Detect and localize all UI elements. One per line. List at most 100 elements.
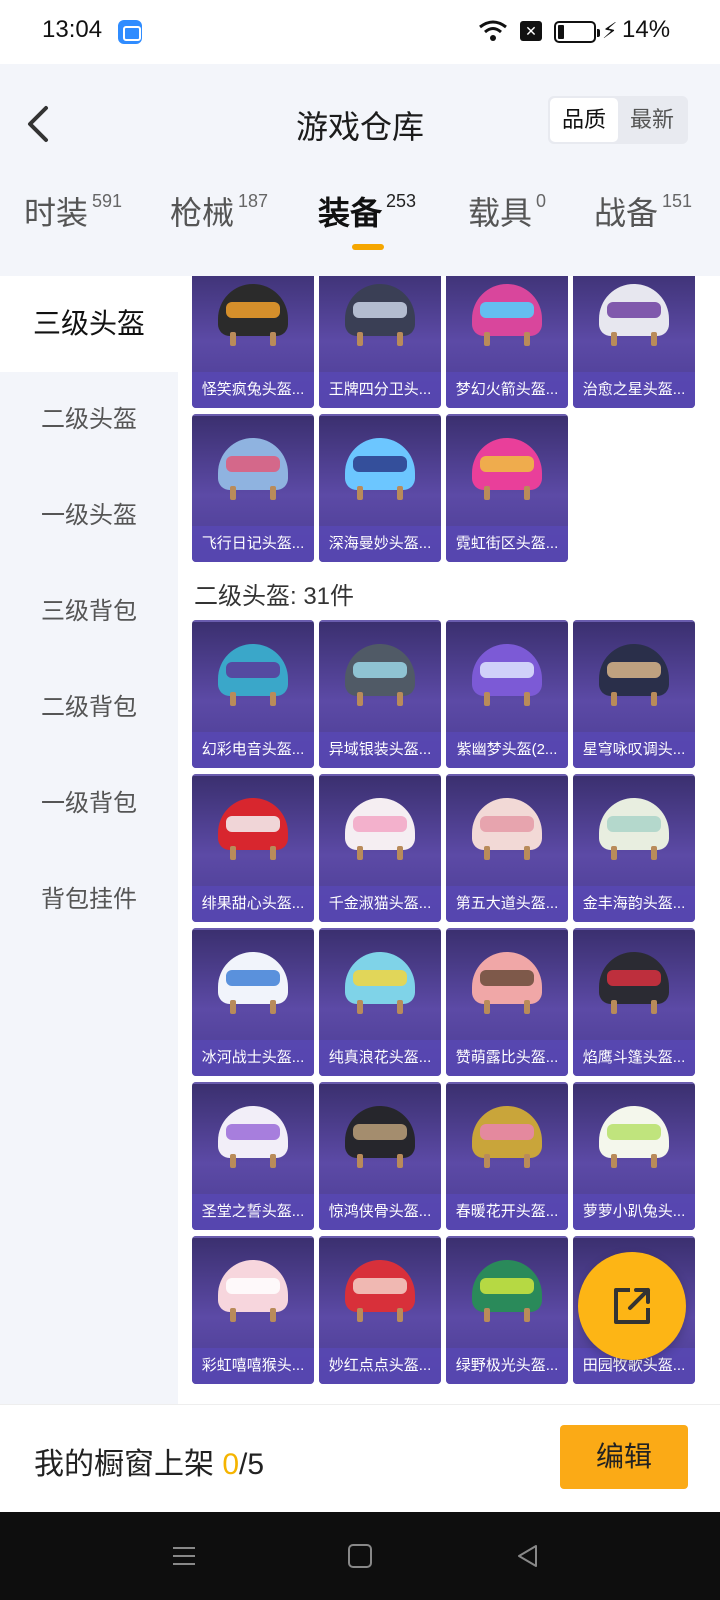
back-nav-icon[interactable] bbox=[514, 1542, 542, 1570]
item-card[interactable]: 金丰海韵头盔... bbox=[573, 774, 695, 922]
tab-weapons[interactable]: 枪械 187 bbox=[170, 190, 268, 270]
helmet-icon bbox=[345, 952, 415, 1016]
item-name: 星穹咏叹调头... bbox=[573, 732, 695, 768]
sidebar-item-level2-helmet[interactable]: 二级头盔 bbox=[0, 372, 178, 468]
helmet-icon bbox=[218, 798, 288, 862]
item-card[interactable]: 异域银装头盔... bbox=[319, 620, 441, 768]
showcase-bar: 我的橱窗上架 0/5 编辑 bbox=[0, 1404, 720, 1512]
item-card[interactable]: 妙红点点头盔... bbox=[319, 1236, 441, 1384]
active-tab-indicator bbox=[352, 244, 384, 250]
item-card[interactable]: 绿野极光头盔... bbox=[446, 1236, 568, 1384]
item-card[interactable]: 第五大道头盔... bbox=[446, 774, 568, 922]
helmet-icon bbox=[599, 644, 669, 708]
item-card[interactable]: 飞行日记头盔... bbox=[192, 414, 314, 562]
item-name: 绯果甜心头盔... bbox=[192, 886, 314, 922]
item-card[interactable]: 赞萌露比头盔... bbox=[446, 928, 568, 1076]
item-name: 萝萝小趴兔头... bbox=[573, 1194, 695, 1230]
share-button[interactable] bbox=[578, 1252, 686, 1360]
battery-icon bbox=[554, 21, 600, 43]
item-name: 梦幻火箭头盔... bbox=[446, 372, 568, 408]
sidebar-item-level3-helmet[interactable]: 三级头盔 bbox=[0, 276, 178, 372]
item-card[interactable]: 霓虹街区头盔... bbox=[446, 414, 568, 562]
helmet-icon bbox=[218, 438, 288, 502]
helmet-icon bbox=[599, 798, 669, 862]
charging-icon: ⚡ bbox=[602, 18, 618, 43]
helmet-icon bbox=[599, 1106, 669, 1170]
item-name: 异域银装头盔... bbox=[319, 732, 441, 768]
menu-nav-icon[interactable] bbox=[170, 1542, 198, 1570]
item-card[interactable]: 星穹咏叹调头... bbox=[573, 620, 695, 768]
helmet-icon bbox=[345, 438, 415, 502]
tab-count: 253 bbox=[386, 191, 417, 211]
helmet-icon bbox=[218, 1260, 288, 1324]
helmet-icon bbox=[472, 1260, 542, 1324]
notification-app-icon bbox=[118, 20, 142, 44]
sidebar-item-level1-helmet[interactable]: 一级头盔 bbox=[0, 468, 178, 564]
item-card[interactable]: 冰河战士头盔... bbox=[192, 928, 314, 1076]
item-card[interactable]: 纯真浪花头盔... bbox=[319, 928, 441, 1076]
tab-count: 151 bbox=[662, 191, 693, 211]
sort-toggle[interactable]: 品质 最新 bbox=[548, 96, 688, 144]
sort-quality-button[interactable]: 品质 bbox=[550, 98, 618, 142]
item-card[interactable]: 幻彩电音头盔... bbox=[192, 620, 314, 768]
sidebar-item-level1-backpack[interactable]: 一级背包 bbox=[0, 756, 178, 852]
item-name: 幻彩电音头盔... bbox=[192, 732, 314, 768]
no-sim-icon: ✕ bbox=[520, 21, 542, 41]
item-grid-area[interactable]: 怪笑疯兔头盔... 王牌四分卫头... 梦幻火箭头盔... 治愈之星头盔... 飞行日记… bbox=[178, 276, 720, 1404]
helmet-icon bbox=[599, 284, 669, 348]
helmet-icon bbox=[472, 1106, 542, 1170]
item-name: 金丰海韵头盔... bbox=[573, 886, 695, 922]
item-card[interactable]: 梦幻火箭头盔... bbox=[446, 276, 568, 408]
item-card[interactable]: 绯果甜心头盔... bbox=[192, 774, 314, 922]
tab-equipment[interactable]: 装备 253 bbox=[318, 190, 416, 270]
item-name: 飞行日记头盔... bbox=[192, 526, 314, 562]
item-card[interactable]: 萝萝小趴兔头... bbox=[573, 1082, 695, 1230]
helmet-icon bbox=[218, 284, 288, 348]
edit-button[interactable]: 编辑 bbox=[560, 1425, 688, 1489]
tab-count: 0 bbox=[536, 191, 547, 211]
item-card[interactable]: 王牌四分卫头... bbox=[319, 276, 441, 408]
sort-newest-button[interactable]: 最新 bbox=[618, 98, 686, 142]
section-heading-level2: 二级头盔: 31件 bbox=[194, 583, 355, 610]
item-name: 焰鹰斗篷头盔... bbox=[573, 1040, 695, 1076]
wifi-icon bbox=[479, 20, 507, 41]
helmet-icon bbox=[472, 438, 542, 502]
item-name: 纯真浪花头盔... bbox=[319, 1040, 441, 1076]
helmet-icon bbox=[472, 284, 542, 348]
item-name: 紫幽梦头盔(2... bbox=[446, 732, 568, 768]
sidebar-item-level3-backpack[interactable]: 三级背包 bbox=[0, 564, 178, 660]
home-nav-icon[interactable] bbox=[346, 1542, 374, 1570]
item-card[interactable]: 怪笑疯兔头盔... bbox=[192, 276, 314, 408]
tab-vehicles[interactable]: 载具 0 bbox=[468, 190, 546, 270]
sidebar-item-backpack-pendant[interactable]: 背包挂件 bbox=[0, 852, 178, 948]
item-card[interactable]: 紫幽梦头盔(2... bbox=[446, 620, 568, 768]
item-card[interactable]: 彩虹嘻嘻猴头... bbox=[192, 1236, 314, 1384]
tab-label: 战备 bbox=[594, 195, 659, 231]
showcase-count: 0 bbox=[222, 1448, 240, 1481]
tab-supplies[interactable]: 战备 151 bbox=[594, 190, 692, 270]
tab-count: 591 bbox=[92, 191, 123, 211]
item-name: 怪笑疯兔头盔... bbox=[192, 372, 314, 408]
item-card[interactable]: 春暖花开头盔... bbox=[446, 1082, 568, 1230]
status-time: 13:04 bbox=[42, 16, 103, 43]
helmet-icon bbox=[218, 952, 288, 1016]
item-card[interactable]: 深海曼妙头盔... bbox=[319, 414, 441, 562]
helmet-icon bbox=[345, 644, 415, 708]
status-bar: 13:04 ✕ ⚡ 14% bbox=[0, 0, 720, 64]
item-name: 第五大道头盔... bbox=[446, 886, 568, 922]
item-card[interactable]: 千金淑猫头盔... bbox=[319, 774, 441, 922]
item-card[interactable]: 惊鸿侠骨头盔... bbox=[319, 1082, 441, 1230]
sidebar-item-level2-backpack[interactable]: 二级背包 bbox=[0, 660, 178, 756]
item-card[interactable]: 圣堂之誓头盔... bbox=[192, 1082, 314, 1230]
tab-label: 枪械 bbox=[170, 195, 235, 231]
tab-fashion[interactable]: 时装 591 bbox=[24, 190, 122, 270]
showcase-label: 我的橱窗上架 bbox=[34, 1448, 214, 1481]
tab-label: 时装 bbox=[24, 195, 89, 231]
item-card[interactable]: 焰鹰斗篷头盔... bbox=[573, 928, 695, 1076]
system-nav-bar bbox=[0, 1512, 720, 1600]
item-name: 霓虹街区头盔... bbox=[446, 526, 568, 562]
showcase-total: /5 bbox=[239, 1448, 265, 1481]
item-name: 圣堂之誓头盔... bbox=[192, 1194, 314, 1230]
helmet-icon bbox=[472, 798, 542, 862]
item-card[interactable]: 治愈之星头盔... bbox=[573, 276, 695, 408]
